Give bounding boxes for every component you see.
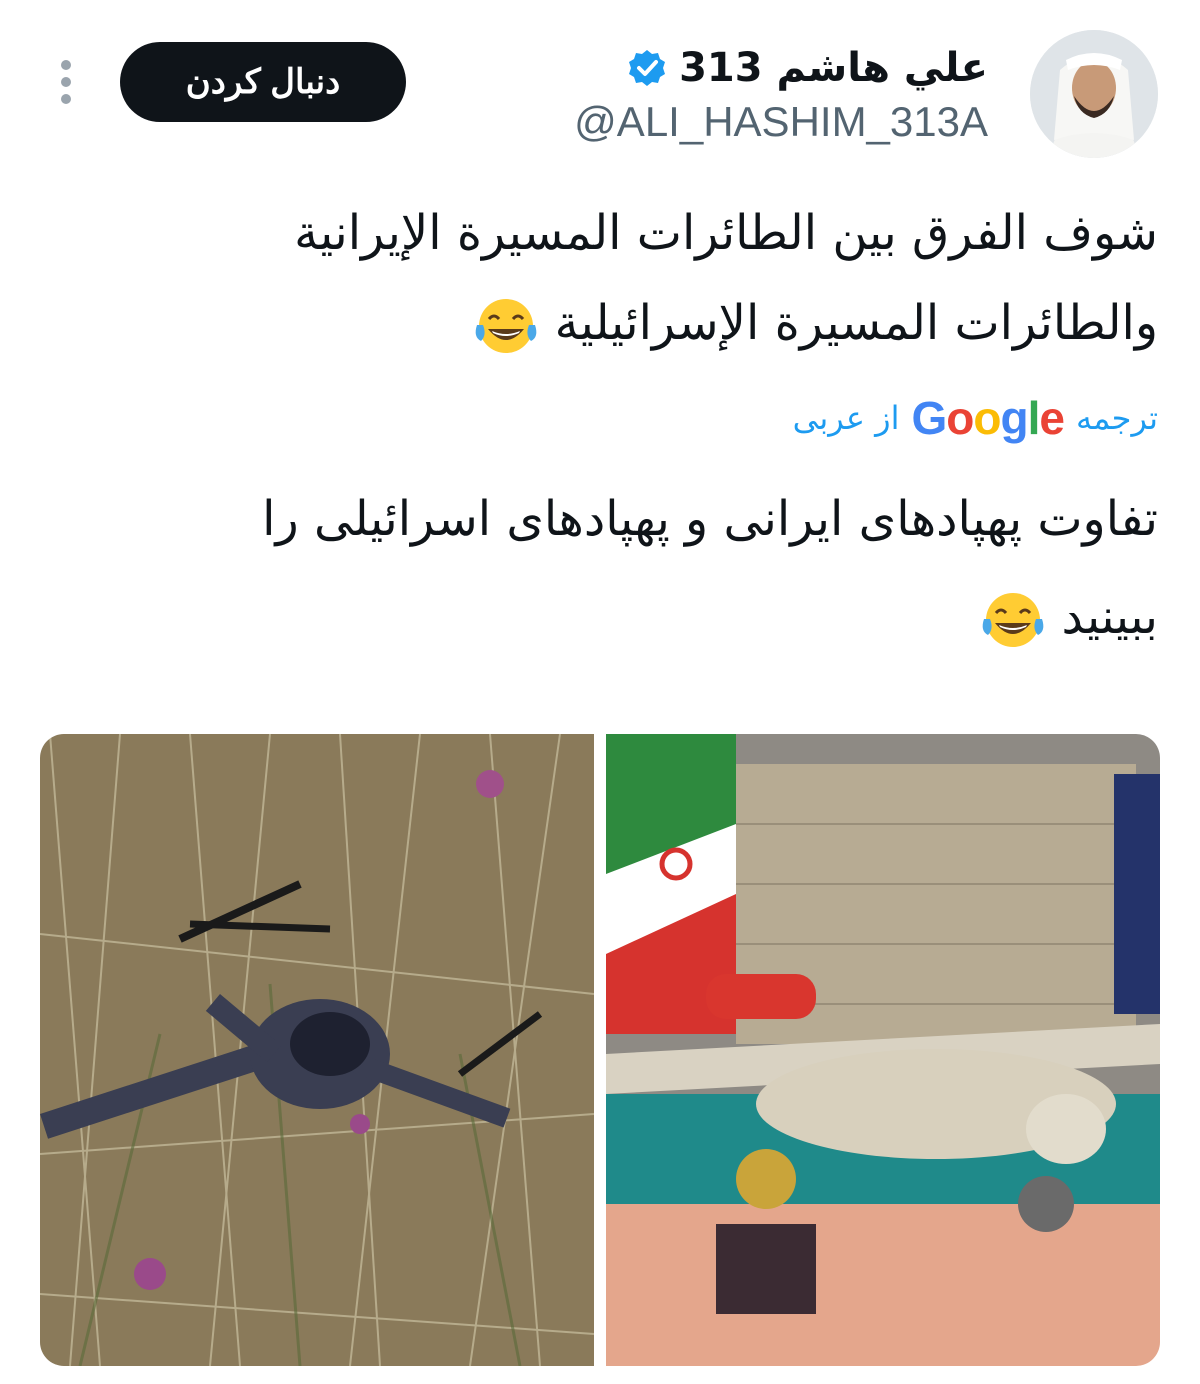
more-options-icon[interactable] (58, 60, 74, 106)
google-logo: Google (911, 392, 1065, 444)
laughing-tears-icon (476, 299, 537, 353)
tweet-media (40, 734, 1160, 1366)
translation-source: از عربی (792, 399, 900, 437)
media-image-left[interactable] (40, 734, 594, 1366)
tweet-header: علي هاشم 313 @ALI_HASHIM_313A دنبال کردن (0, 0, 1200, 170)
follow-button[interactable]: دنبال کردن (120, 42, 406, 122)
laughing-tears-icon (982, 593, 1044, 647)
tweet-line-1: شوف الفرق بين الطائرات المسيرة الإيرانية (294, 205, 1158, 261)
tweet-line-2-text: والطائرات المسيرة الإسرائيلية (554, 295, 1158, 351)
translated-line-2: ببینید (98, 568, 1158, 666)
display-name[interactable]: علي هاشم 313 (679, 45, 988, 91)
translated-text: تفاوت پهپادهای ایرانی و پهپادهای اسرائیل… (98, 470, 1158, 666)
tweet-text: شوف الفرق بين الطائرات المسيرة الإيرانية… (158, 188, 1158, 368)
translation-credit[interactable]: ترجمه Google از عربی (793, 388, 1158, 448)
translated-line-2-text: ببینید (1061, 589, 1159, 645)
translation-prefix: ترجمه (1076, 399, 1158, 437)
avatar[interactable] (1030, 30, 1158, 158)
tweet-line-2: والطائرات المسيرة الإسرائيلية (158, 278, 1158, 368)
verified-badge-icon (629, 50, 666, 86)
user-handle[interactable]: @ALI_HASHIM_313A (574, 98, 988, 146)
name-row: علي هاشم 313 (627, 38, 988, 98)
translated-line-1: تفاوت پهپادهای ایرانی و پهپادهای اسرائیل… (262, 491, 1158, 547)
media-image-right[interactable] (606, 734, 1160, 1366)
